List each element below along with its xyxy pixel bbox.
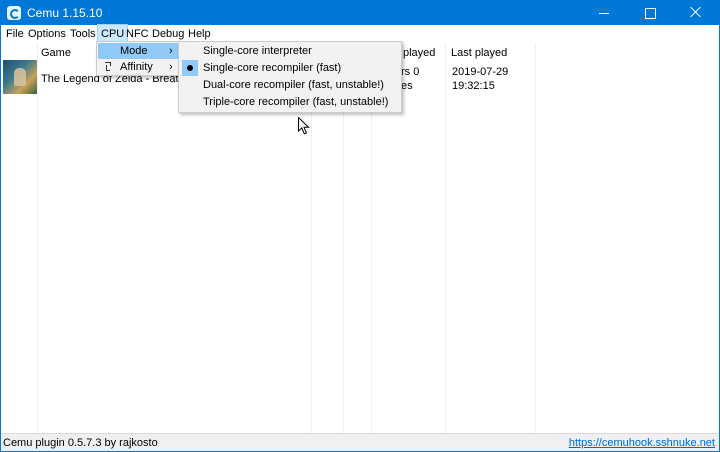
game-cover-image[interactable] — [3, 60, 37, 94]
cpu-menu-dropdown: Mode › Affinity › — [96, 41, 180, 76]
column-divider[interactable] — [37, 43, 38, 433]
mode-item-single-core-recompiler[interactable]: Single-core recompiler (fast) — [180, 60, 400, 77]
status-bar: Cemu plugin 0.5.7.3 by rajkosto https://… — [1, 433, 719, 451]
affinity-icon — [105, 62, 111, 71]
status-plugin-text: Cemu plugin 0.5.7.3 by rajkosto — [3, 437, 158, 449]
mouse-cursor-icon — [298, 117, 310, 135]
column-divider[interactable] — [535, 43, 536, 433]
mode-item-single-core-interpreter[interactable]: Single-core interpreter — [180, 43, 400, 60]
column-header-last-played[interactable]: Last played — [451, 46, 507, 60]
menu-item-label: Triple-core recompiler (fast, unstable!) — [203, 96, 389, 108]
close-button[interactable] — [673, 1, 719, 25]
column-divider[interactable] — [445, 43, 446, 433]
last-played-time-cell[interactable]: 19:32:15 — [452, 79, 495, 93]
window-title: Cemu 1.15.10 — [27, 6, 103, 20]
menu-item-label: Affinity — [120, 61, 153, 73]
title-bar[interactable]: Cemu 1.15.10 — [1, 1, 719, 25]
last-played-date-cell[interactable]: 2019-07-29 — [452, 65, 508, 79]
time-played-cell-line2[interactable]: es — [401, 79, 413, 93]
menu-file[interactable]: File — [3, 25, 27, 43]
bullet-icon — [187, 65, 193, 71]
menu-item-label: Mode — [120, 45, 148, 57]
cpu-menu-item-mode[interactable]: Mode › — [98, 43, 178, 59]
close-icon — [690, 6, 702, 18]
column-header-time-played[interactable]: played — [403, 46, 435, 60]
menu-item-label: Dual-core recompiler (fast, unstable!) — [203, 79, 384, 91]
mode-item-dual-core-recompiler[interactable]: Dual-core recompiler (fast, unstable!) — [180, 77, 400, 94]
menu-item-label: Single-core recompiler (fast) — [203, 62, 342, 74]
chevron-right-icon: › — [169, 45, 173, 57]
minimize-button[interactable] — [581, 1, 627, 25]
mode-submenu: Single-core interpreter Single-core reco… — [178, 41, 402, 113]
column-header-game[interactable]: Game — [41, 46, 71, 60]
cemuhook-link[interactable]: https://cemuhook.sshnuke.net — [569, 437, 715, 450]
menu-tools[interactable]: Tools — [67, 25, 99, 43]
minimize-icon — [599, 13, 609, 14]
maximize-button[interactable] — [627, 1, 673, 25]
maximize-icon — [645, 8, 656, 19]
time-played-cell[interactable]: rs 0 — [401, 65, 419, 79]
chevron-right-icon: › — [169, 61, 173, 73]
radio-check-indicator — [182, 60, 198, 76]
mode-item-triple-core-recompiler[interactable]: Triple-core recompiler (fast, unstable!) — [180, 94, 400, 111]
cpu-menu-item-affinity[interactable]: Affinity › — [98, 59, 178, 75]
menu-item-label: Single-core interpreter — [203, 45, 312, 57]
menu-options[interactable]: Options — [25, 25, 69, 43]
cemu-app-icon — [7, 6, 21, 20]
